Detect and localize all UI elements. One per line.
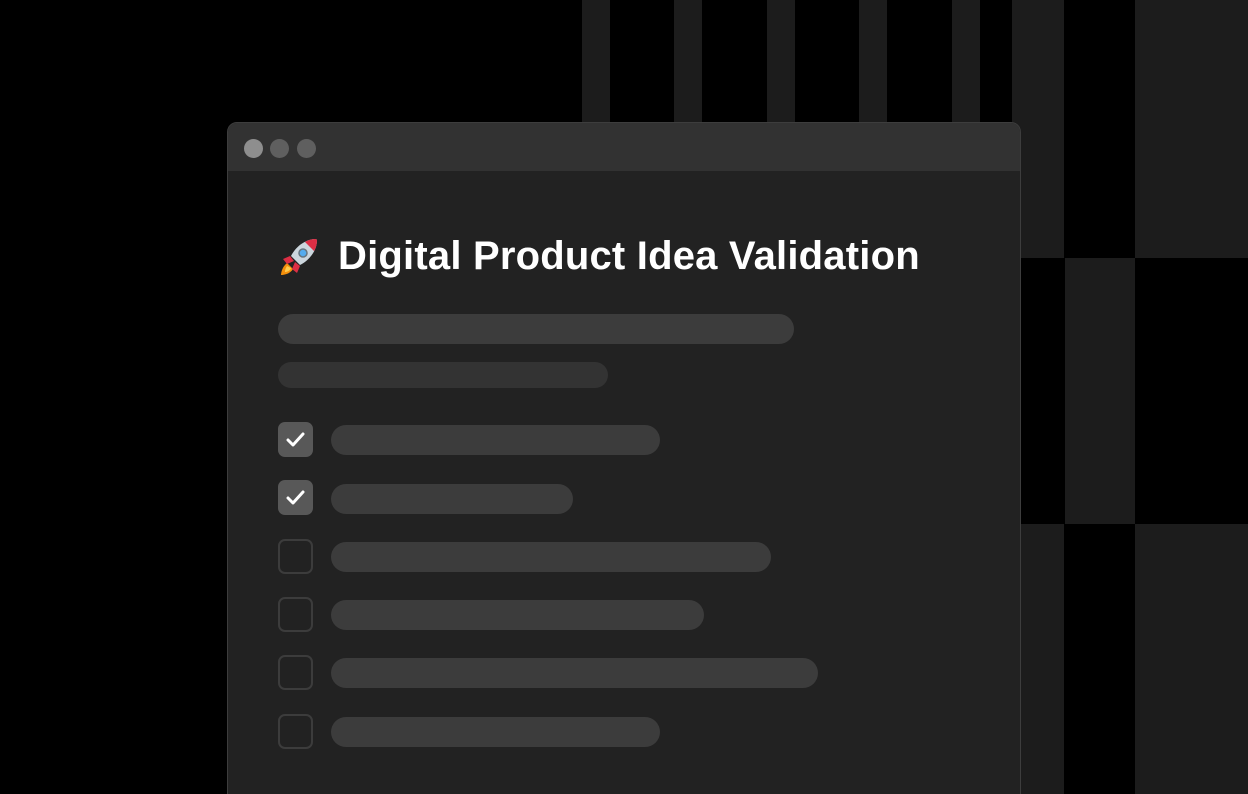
checkbox-unchecked[interactable] bbox=[278, 655, 313, 690]
checklist-item-label bbox=[331, 600, 704, 630]
background-block bbox=[582, 0, 610, 130]
background-block bbox=[1135, 524, 1248, 794]
check-icon bbox=[286, 490, 305, 505]
page-header: Digital Product Idea Validation bbox=[278, 231, 920, 281]
window-titlebar bbox=[228, 123, 1020, 171]
checklist-item-label bbox=[331, 425, 660, 455]
checklist-item-label bbox=[331, 658, 818, 688]
placeholder-line bbox=[278, 362, 608, 388]
background-block bbox=[859, 0, 887, 130]
placeholder-line bbox=[278, 314, 794, 344]
checklist-item-label bbox=[331, 484, 573, 514]
app-window: Digital Product Idea Validation bbox=[227, 122, 1021, 794]
background-block bbox=[674, 0, 702, 130]
checkbox-unchecked[interactable] bbox=[278, 539, 313, 574]
rocket-icon bbox=[281, 239, 317, 275]
stage: Digital Product Idea Validation bbox=[0, 0, 1248, 794]
page-title: Digital Product Idea Validation bbox=[338, 233, 920, 278]
minimize-button[interactable] bbox=[270, 139, 289, 158]
check-icon bbox=[286, 432, 305, 447]
background-block bbox=[1135, 0, 1248, 258]
close-button[interactable] bbox=[244, 139, 263, 158]
checkbox-unchecked[interactable] bbox=[278, 714, 313, 749]
background-block bbox=[767, 0, 795, 130]
checklist-item-label bbox=[331, 717, 660, 747]
checkbox-checked[interactable] bbox=[278, 422, 313, 457]
checkbox-checked[interactable] bbox=[278, 480, 313, 515]
background-block bbox=[952, 0, 980, 130]
maximize-button[interactable] bbox=[297, 139, 316, 158]
background-block bbox=[1065, 258, 1135, 524]
checkbox-unchecked[interactable] bbox=[278, 597, 313, 632]
checklist-item-label bbox=[331, 542, 771, 572]
